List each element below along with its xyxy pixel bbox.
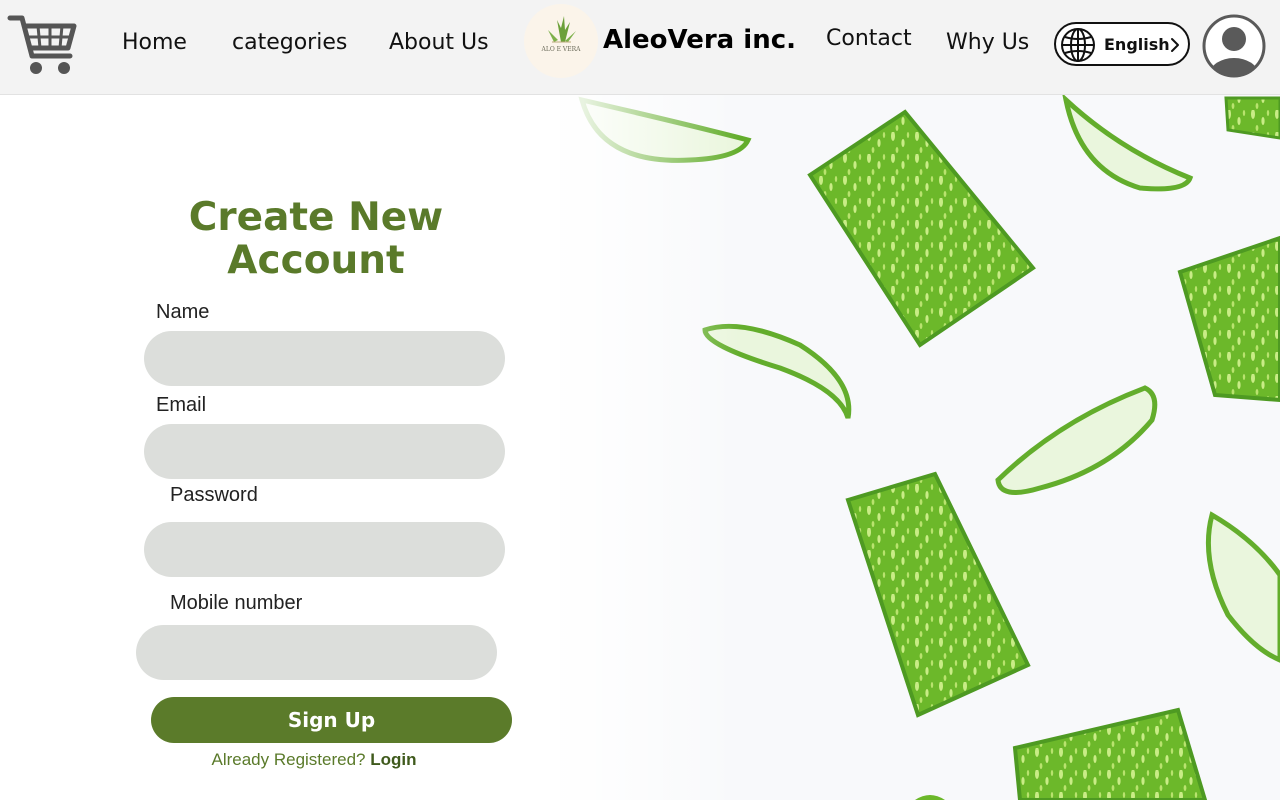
login-link[interactable]: Login xyxy=(370,750,416,769)
mobile-number-input[interactable] xyxy=(136,625,497,680)
name-input[interactable] xyxy=(144,331,505,386)
navbar: Home categories About Us ALO E VERA Aleo… xyxy=(0,0,1280,95)
user-avatar-icon[interactable] xyxy=(1202,14,1266,78)
logo-text: ALO E VERA xyxy=(541,46,581,53)
hero-fade-overlay xyxy=(500,95,740,800)
language-label: English xyxy=(1104,35,1170,54)
nav-why-us-link[interactable]: Why Us xyxy=(946,30,1029,55)
chevron-right-icon xyxy=(1171,38,1179,52)
aloe-leaf-logo xyxy=(548,16,576,43)
mobile-number-label: Mobile number xyxy=(170,592,303,614)
language-selector[interactable]: English xyxy=(1054,22,1190,66)
sign-up-button[interactable]: Sign Up xyxy=(151,697,512,743)
email-label: Email xyxy=(156,394,207,416)
nav-contact-link[interactable]: Contact xyxy=(826,26,912,51)
login-prompt: Already Registered? Login xyxy=(144,750,484,770)
already-registered-text: Already Registered? xyxy=(211,750,366,769)
name-label: Name xyxy=(156,301,210,323)
shopping-cart-icon[interactable] xyxy=(6,10,80,80)
email-input[interactable] xyxy=(144,424,505,479)
brand-logo[interactable]: ALO E VERA xyxy=(524,4,598,78)
form-title: Create New Account xyxy=(188,195,444,283)
brand-name[interactable]: AleoVera inc. xyxy=(603,25,796,55)
globe-icon xyxy=(1061,28,1095,62)
password-label: Password xyxy=(170,484,258,506)
nav-home-link[interactable]: Home xyxy=(122,30,187,55)
nav-categories-link[interactable]: categories xyxy=(232,30,347,55)
password-input[interactable] xyxy=(144,522,505,577)
nav-about-link[interactable]: About Us xyxy=(389,30,489,55)
